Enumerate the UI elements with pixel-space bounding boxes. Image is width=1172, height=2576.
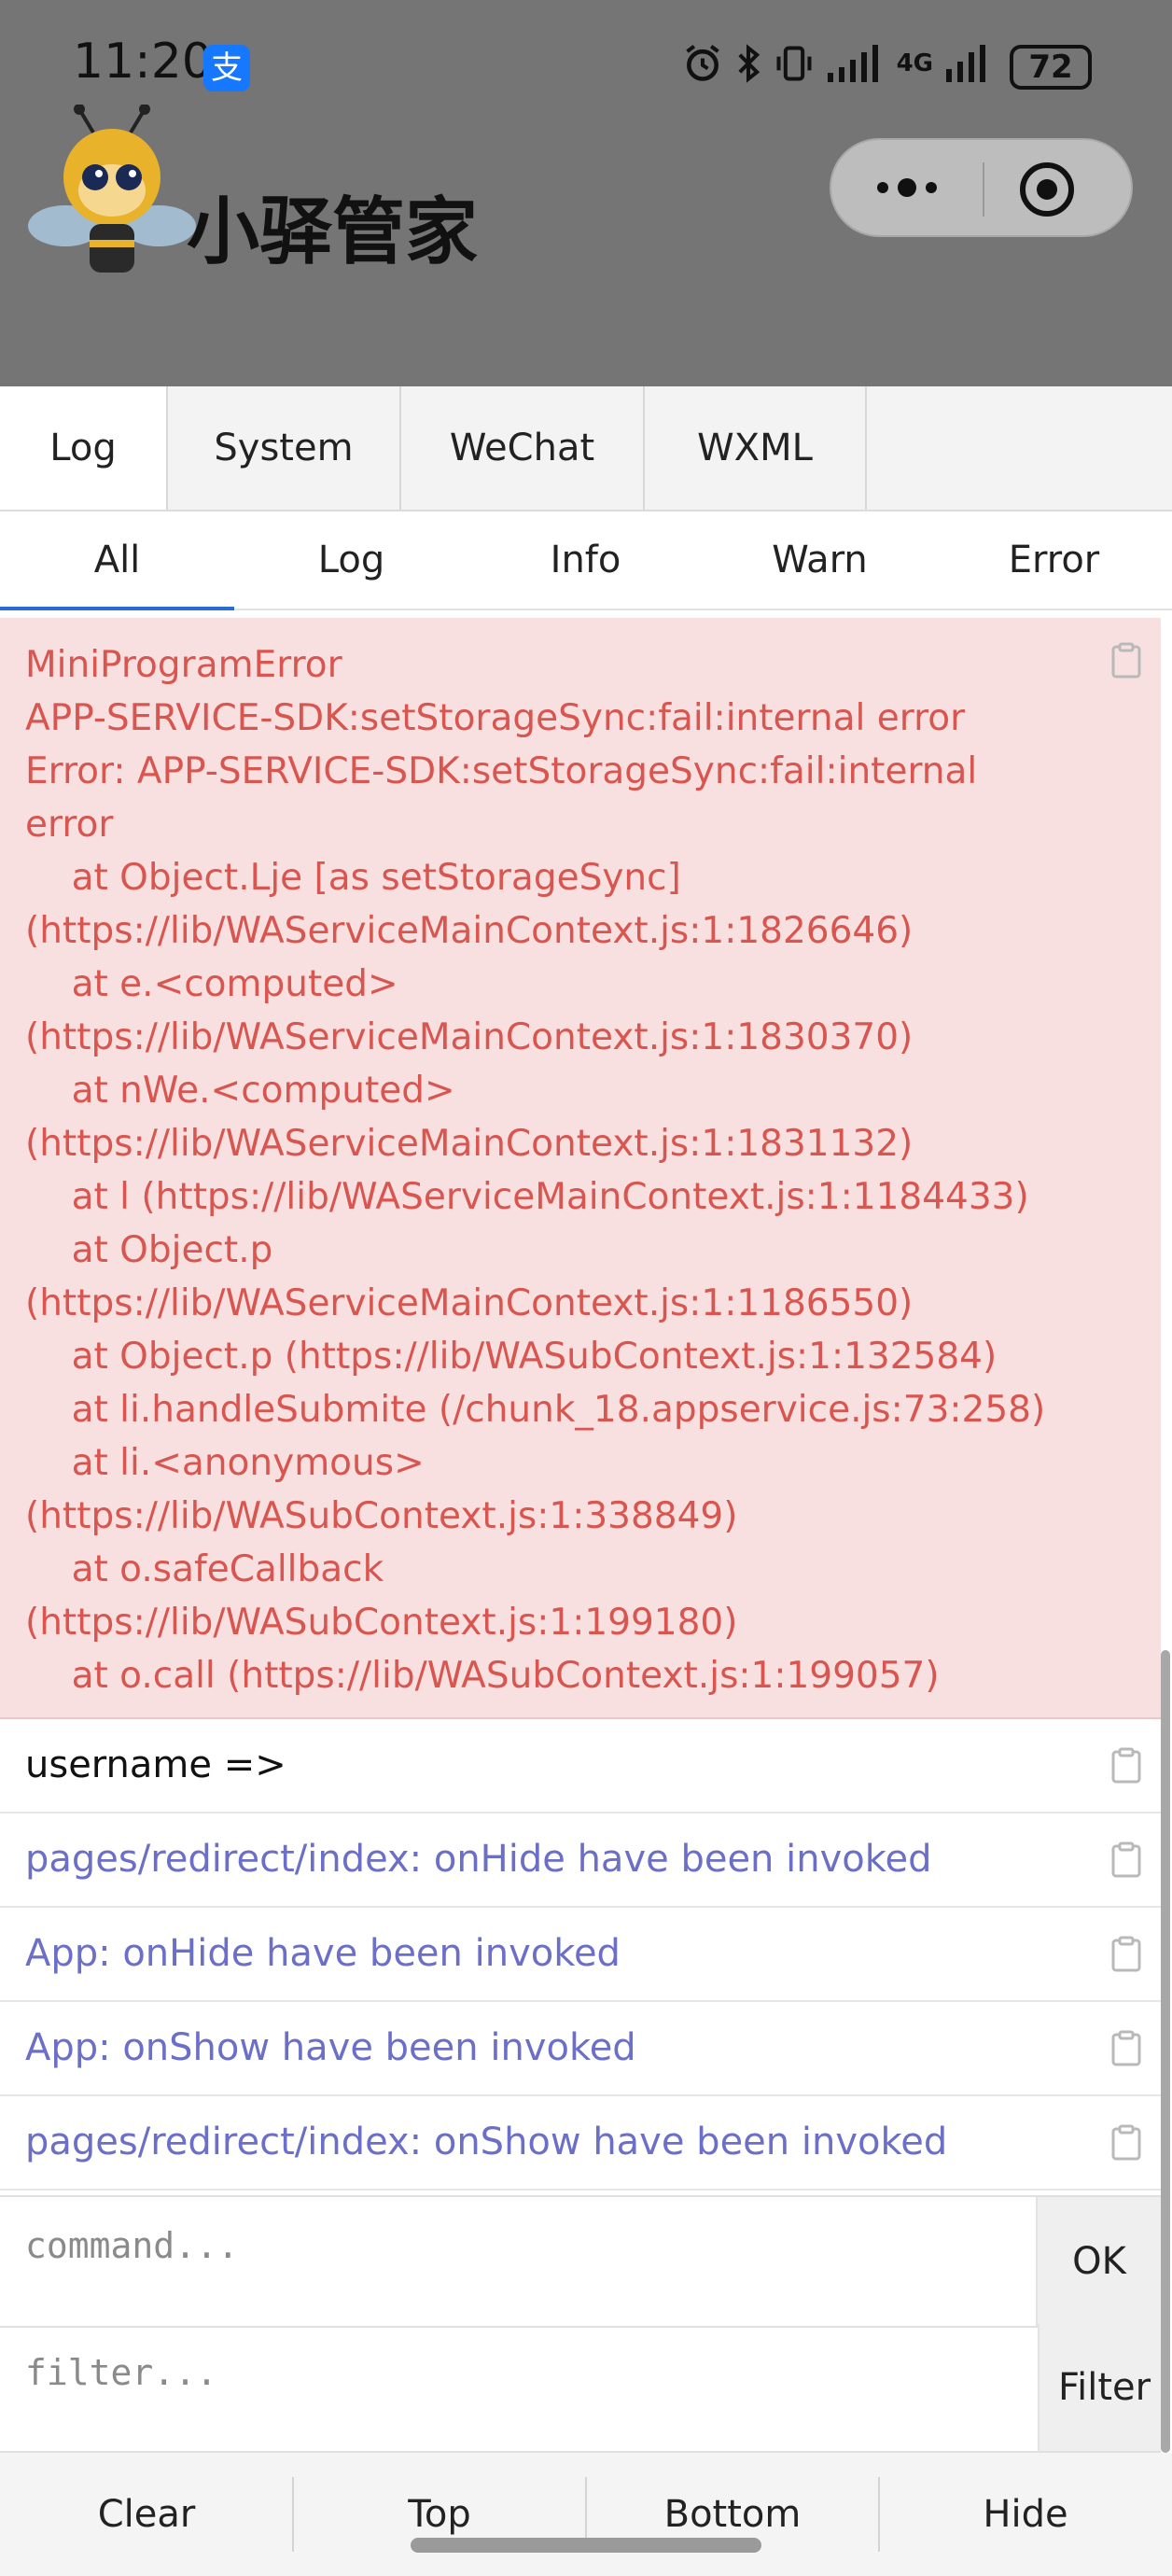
error-stack-text: MiniProgramError APP-SERVICE-SDK:setStora… — [25, 638, 1070, 1702]
error-stack-line: at o.call (https://lib/WASubContext.js:1… — [25, 1655, 940, 1697]
log-entry-error: MiniProgramError APP-SERVICE-SDK:setStora… — [0, 618, 1161, 1719]
bottom-button[interactable]: Bottom — [586, 2453, 879, 2576]
error-stack-line: (https://lib/WASubContext.js:1:199180) — [25, 1602, 738, 1644]
tab-wechat[interactable]: WeChat — [401, 386, 645, 510]
vconsole-panel: Log System WeChat WXML All Log Info Warn… — [0, 386, 1172, 2576]
hide-button[interactable]: Hide — [879, 2453, 1172, 2576]
error-stack-line: (https://lib/WAServiceMainContext.js:1:1… — [25, 910, 914, 952]
tab-system[interactable]: System — [168, 386, 401, 510]
copy-icon[interactable] — [1110, 2030, 1142, 2067]
ok-button[interactable]: OK — [1036, 2197, 1161, 2326]
error-stack-line: at Object.p — [25, 1229, 273, 1271]
bee-mascot-logo — [28, 105, 196, 273]
alarm-icon — [685, 45, 719, 81]
command-input[interactable]: command... — [25, 2225, 239, 2266]
mini-program-capsule — [830, 138, 1133, 237]
tab-wxml[interactable]: WXML — [645, 386, 867, 510]
vconsole-toolbar: Clear Top Bottom Hide — [0, 2453, 1172, 2576]
app-header: 11:20 支 4G 72 小驿管家 — [0, 0, 1172, 386]
alipay-icon: 支 — [203, 45, 250, 91]
command-bar: command... OK — [0, 2195, 1161, 2328]
subtab-error[interactable]: Error — [937, 511, 1171, 609]
error-stack-line: at li.handleSubmite (/chunk_18.appservic… — [25, 1389, 1046, 1431]
log-list[interactable]: MiniProgramError APP-SERVICE-SDK:setStora… — [0, 618, 1161, 2195]
error-stack-line: at nWe.<computed> — [25, 1070, 455, 1112]
error-stack-line: APP-SERVICE-SDK:setStorageSync:fail:inte… — [25, 697, 966, 739]
filter-button[interactable]: Filter — [1038, 2324, 1161, 2451]
app-title: 小驿管家 — [187, 190, 479, 274]
subtab-info[interactable]: Info — [468, 511, 703, 609]
log-text: App: onShow have been invoked — [25, 2026, 636, 2069]
capsule-divider — [983, 162, 984, 217]
log-text: username => — [25, 1743, 286, 1786]
error-stack-line: at Object.p (https://lib/WASubContext.js… — [25, 1336, 998, 1378]
status-time: 11:20 — [73, 34, 213, 90]
home-indicator[interactable] — [411, 2538, 761, 2553]
log-level-tabs: All Log Info Warn Error — [0, 511, 1172, 610]
battery-icon: 72 — [1010, 45, 1092, 90]
error-stack-line: at e.<computed> — [25, 963, 398, 1005]
subtab-log[interactable]: Log — [234, 511, 468, 609]
signal-icon — [827, 45, 878, 82]
copy-icon[interactable] — [1110, 1841, 1142, 1879]
vibrate-icon — [776, 46, 812, 81]
error-stack-line: (https://lib/WAServiceMainContext.js:1:1… — [25, 1016, 914, 1058]
copy-icon[interactable] — [1110, 2124, 1142, 2162]
log-text: App: onHide have been invoked — [25, 1932, 621, 1975]
tab-log[interactable]: Log — [0, 386, 168, 510]
copy-icon[interactable] — [1110, 1747, 1142, 1785]
error-stack-line: at li.<anonymous> — [25, 1442, 425, 1484]
copy-icon[interactable] — [1110, 1936, 1142, 1973]
signal-icon-2 — [946, 45, 985, 82]
log-entry: username => — [0, 1719, 1161, 1813]
bluetooth-icon — [737, 44, 760, 83]
error-stack-line: (https://lib/WAServiceMainContext.js:1:1… — [25, 1123, 914, 1165]
subtab-warn[interactable]: Warn — [703, 511, 937, 609]
filter-bar: filter... Filter — [0, 2324, 1161, 2453]
error-stack-line: Error: APP-SERVICE-SDK:setStorageSync:fa… — [25, 750, 978, 792]
more-dots-icon[interactable] — [831, 140, 983, 235]
target-circle-icon[interactable] — [1018, 161, 1076, 218]
status-icons: 4G — [682, 43, 985, 84]
log-entry: pages/redirect/index: onShow have been i… — [0, 2096, 1161, 2191]
log-text: pages/redirect/index: onShow have been i… — [25, 2121, 948, 2163]
log-entry: App: onShow have been invoked — [0, 2002, 1161, 2096]
error-stack-line: (https://lib/WAServiceMainContext.js:1:1… — [25, 1282, 914, 1324]
log-entry: App: onHide have been invoked — [0, 1908, 1161, 2002]
log-scrollbar[interactable] — [1161, 1650, 1170, 2453]
error-stack-line: at o.safeCallback — [25, 1548, 384, 1590]
clear-button[interactable]: Clear — [0, 2453, 293, 2576]
error-stack-line: at Object.Lje [as setStorageSync] — [25, 857, 681, 899]
subtab-all[interactable]: All — [0, 511, 234, 610]
error-stack-line: at l (https://lib/WAServiceMainContext.j… — [25, 1176, 1029, 1218]
error-stack-line: error — [25, 804, 114, 846]
top-button[interactable]: Top — [293, 2453, 586, 2576]
error-stack-line: MiniProgramError — [25, 644, 342, 686]
log-entry: pages/redirect/index: onHide have been i… — [0, 1813, 1161, 1908]
network-type: 4G — [896, 49, 933, 77]
copy-icon[interactable] — [1110, 642, 1142, 679]
vconsole-tabbar: Log System WeChat WXML — [0, 386, 1172, 511]
log-text: pages/redirect/index: onHide have been i… — [25, 1838, 932, 1881]
filter-input[interactable]: filter... — [25, 2352, 217, 2393]
error-stack-line: (https://lib/WASubContext.js:1:338849) — [25, 1495, 738, 1537]
